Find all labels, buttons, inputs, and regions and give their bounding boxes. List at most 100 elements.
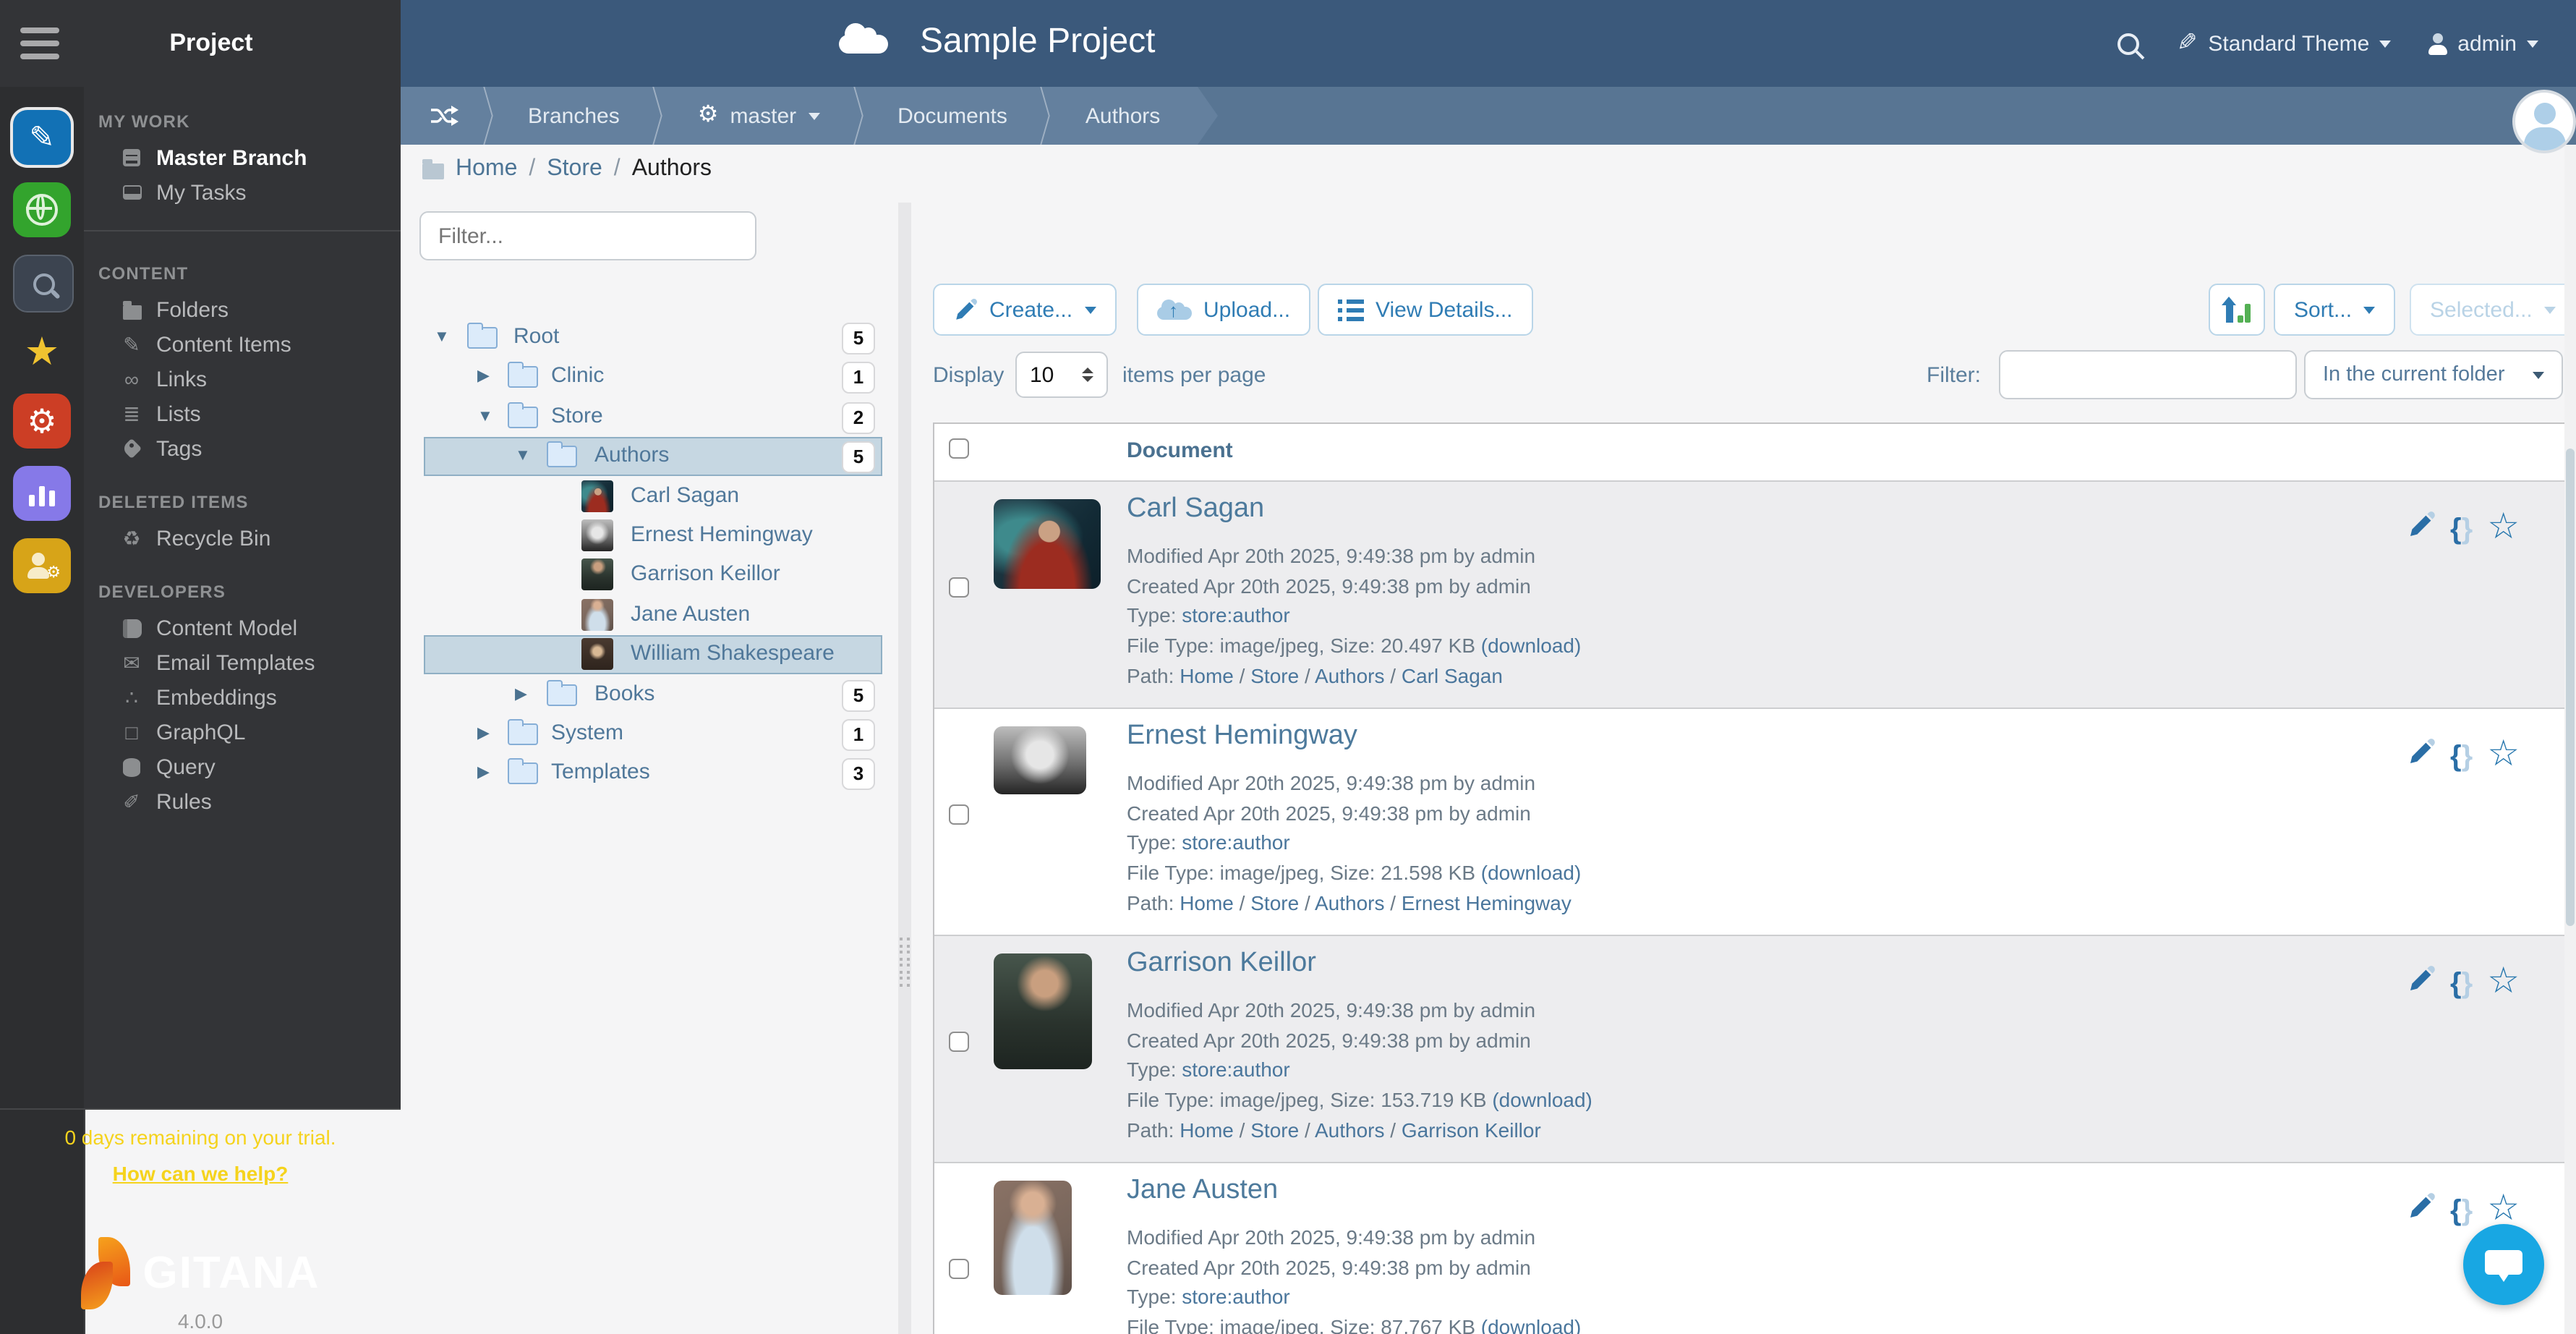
- document-name-link[interactable]: Carl Sagan: [1127, 493, 1264, 525]
- sidebar-item-graphql[interactable]: □ GraphQL: [84, 715, 401, 749]
- tree-node-system[interactable]: ▶ System 1: [424, 715, 882, 754]
- panel-resize-handle[interactable]: [898, 203, 911, 1334]
- hamburger-menu-icon[interactable]: [20, 27, 59, 59]
- scrollbar-thumb[interactable]: [2566, 449, 2575, 926]
- create-button[interactable]: Create...: [933, 284, 1117, 336]
- user-avatar[interactable]: [2512, 90, 2576, 153]
- sidebar-item-query[interactable]: Query: [84, 749, 401, 784]
- sidebar-item-master-branch[interactable]: Master Branch: [84, 140, 401, 175]
- settings-gear-icon[interactable]: ⚙: [13, 394, 71, 449]
- row-checkbox[interactable]: [949, 1259, 969, 1279]
- path-segment-link[interactable]: Store: [1250, 664, 1299, 687]
- json-braces-icon[interactable]: {}: [2450, 740, 2473, 772]
- sidebar-item-links[interactable]: ∞ Links: [84, 362, 401, 396]
- path-segment-link[interactable]: Carl Sagan: [1402, 664, 1503, 687]
- tree-node-jane-austen[interactable]: Jane Austen: [424, 596, 882, 635]
- tree-expand-icon[interactable]: ▶: [477, 725, 490, 744]
- document-name-link[interactable]: Garrison Keillor: [1127, 948, 1316, 980]
- path-segment-link[interactable]: Store: [1250, 1118, 1299, 1142]
- document-thumbnail[interactable]: [994, 953, 1092, 1069]
- type-link[interactable]: store:author: [1182, 604, 1289, 627]
- sort-button[interactable]: Sort...: [2274, 284, 2396, 336]
- reports-chart-icon[interactable]: [13, 466, 71, 521]
- selected-button[interactable]: Selected...: [2410, 284, 2576, 336]
- tree-node-root[interactable]: ▼ Root 5: [424, 318, 882, 357]
- favorite-star-icon[interactable]: ☆: [2487, 509, 2520, 545]
- tree-node-authors[interactable]: ▼ Authors 5: [424, 437, 882, 477]
- tree-collapse-icon[interactable]: ▼: [434, 328, 450, 347]
- sort-direction-button[interactable]: [2209, 284, 2265, 336]
- tree-node-clinic[interactable]: ▶ Clinic 1: [424, 358, 882, 397]
- download-link[interactable]: (download): [1481, 634, 1582, 657]
- type-link[interactable]: store:author: [1182, 831, 1289, 854]
- tree-expand-icon[interactable]: ▶: [515, 685, 527, 704]
- path-segment-link[interactable]: Home: [1180, 1118, 1234, 1142]
- tree-node-store[interactable]: ▼ Store 2: [424, 398, 882, 437]
- ribbon-item-authors[interactable]: Authors: [1057, 103, 1189, 128]
- path-segment-link[interactable]: Home: [1180, 664, 1234, 687]
- ribbon-branch-selector[interactable]: ⚙ master: [669, 103, 848, 128]
- sidebar-item-lists[interactable]: ≣ Lists: [84, 396, 401, 431]
- edit-pencil-icon[interactable]: [2407, 965, 2436, 1001]
- favorite-star-icon[interactable]: ☆: [2487, 963, 2520, 999]
- tree-collapse-icon[interactable]: ▼: [477, 408, 493, 427]
- edit-icon[interactable]: ✎: [13, 110, 71, 165]
- tree-expand-icon[interactable]: ▶: [477, 765, 490, 783]
- favorite-star-icon[interactable]: ☆: [2487, 1190, 2520, 1226]
- user-settings-icon[interactable]: ⚙: [13, 538, 71, 593]
- select-all-checkbox[interactable]: [949, 438, 969, 459]
- view-details-button[interactable]: View Details...: [1318, 284, 1533, 336]
- tree-node-garrison-keillor[interactable]: Garrison Keillor: [424, 556, 882, 595]
- sidebar-item-tags[interactable]: Tags: [84, 431, 401, 466]
- path-segment-link[interactable]: Home: [1180, 891, 1234, 914]
- path-segment-link[interactable]: Store: [1250, 891, 1299, 914]
- row-checkbox[interactable]: [949, 804, 969, 825]
- ribbon-item-documents[interactable]: Documents: [869, 103, 1036, 128]
- document-name-link[interactable]: Ernest Hemingway: [1127, 721, 1357, 752]
- tree-expand-icon[interactable]: ▶: [477, 368, 490, 387]
- path-segment-link[interactable]: Ernest Hemingway: [1402, 891, 1571, 914]
- tree-node-carl-sagan[interactable]: Carl Sagan: [424, 477, 882, 516]
- search-rail-icon[interactable]: [13, 255, 74, 313]
- breadcrumb-home[interactable]: Home: [456, 156, 517, 182]
- vertical-scrollbar[interactable]: [2564, 145, 2576, 1334]
- json-braces-icon[interactable]: {}: [2450, 967, 2473, 999]
- scope-select[interactable]: In the current folder: [2304, 350, 2563, 399]
- shuffle-icon[interactable]: [401, 106, 479, 126]
- download-link[interactable]: (download): [1481, 1315, 1582, 1334]
- search-button[interactable]: [2117, 33, 2140, 54]
- favorites-star-icon[interactable]: ★: [0, 330, 84, 373]
- document-thumbnail[interactable]: [994, 726, 1086, 794]
- tree-node-ernest-hemingway[interactable]: Ernest Hemingway: [424, 517, 882, 556]
- document-name-link[interactable]: Jane Austen: [1127, 1175, 1278, 1207]
- ribbon-item-branches[interactable]: Branches: [499, 103, 649, 128]
- user-menu[interactable]: admin: [2428, 31, 2538, 56]
- tree-collapse-icon[interactable]: ▼: [515, 447, 531, 466]
- page-size-select[interactable]: 10: [1015, 352, 1108, 398]
- sidebar-item-content-items[interactable]: ✎ Content Items: [84, 327, 401, 362]
- type-link[interactable]: store:author: [1182, 1058, 1289, 1082]
- upload-button[interactable]: ↑ Upload...: [1137, 284, 1311, 336]
- json-braces-icon[interactable]: {}: [2450, 513, 2473, 545]
- sidebar-item-email-templates[interactable]: ✉ Email Templates: [84, 645, 401, 680]
- theme-menu[interactable]: ✎ Standard Theme: [2178, 29, 2392, 58]
- json-braces-icon[interactable]: {}: [2450, 1194, 2473, 1226]
- list-filter-input[interactable]: [1999, 350, 2297, 399]
- breadcrumb-store[interactable]: Store: [547, 156, 602, 182]
- document-thumbnail[interactable]: [994, 499, 1101, 589]
- favorite-star-icon[interactable]: ☆: [2487, 736, 2520, 772]
- edit-pencil-icon[interactable]: [2407, 738, 2436, 774]
- world-icon[interactable]: [13, 182, 71, 237]
- download-link[interactable]: (download): [1492, 1088, 1592, 1111]
- tree-node-books[interactable]: ▶ Books 5: [424, 675, 882, 714]
- tree-filter-input[interactable]: [419, 211, 756, 260]
- path-segment-link[interactable]: Authors: [1315, 891, 1385, 914]
- tree-node-william-shakespeare[interactable]: William Shakespeare: [424, 635, 882, 675]
- row-checkbox[interactable]: [949, 1032, 969, 1052]
- edit-pencil-icon[interactable]: [2407, 511, 2436, 547]
- chat-button[interactable]: [2463, 1224, 2544, 1305]
- path-segment-link[interactable]: Garrison Keillor: [1402, 1118, 1541, 1142]
- tree-node-templates[interactable]: ▶ Templates 3: [424, 755, 882, 794]
- document-thumbnail[interactable]: [994, 1181, 1072, 1295]
- edit-pencil-icon[interactable]: [2407, 1192, 2436, 1228]
